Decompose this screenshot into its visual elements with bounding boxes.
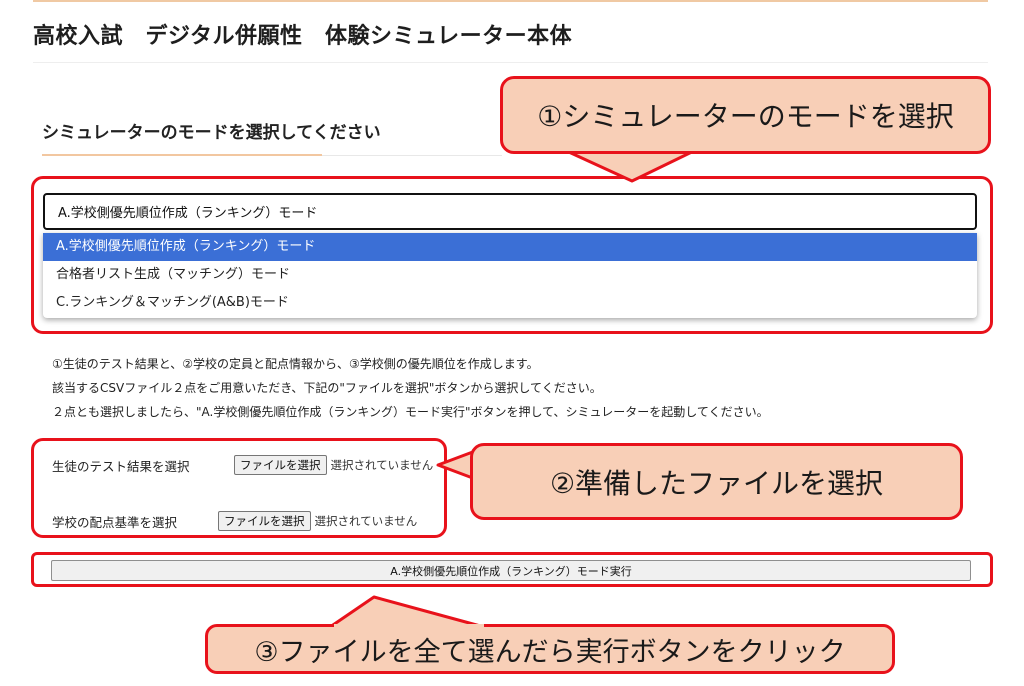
callout-select-mode-text: ①シミュレーターのモードを選択 [537, 100, 954, 133]
callout-click-run: ③ファイルを全て選んだら実行ボタンをクリック [205, 624, 895, 674]
callout-select-mode: ①シミュレーターのモードを選択 [500, 76, 991, 154]
description-line-3: ２点とも選択しましたら、"A.学校側優先順位作成（ランキング）モード実行"ボタン… [52, 405, 769, 419]
page-title: 高校入試 デジタル併願性 体験シミュレーター本体 [33, 24, 573, 49]
description-line-2: 該当するCSVファイル２点をご用意いただき、下記の"ファイルを選択"ボタンから選… [52, 381, 602, 395]
callout-3-seam [334, 624, 484, 628]
callout-choose-files-text: ②準備したファイルを選択 [549, 466, 884, 500]
mode-section-heading: シミュレーターのモードを選択してください [42, 123, 381, 143]
file-inputs-highlight [31, 438, 447, 538]
heading-divider [322, 155, 502, 156]
title-divider [33, 62, 988, 63]
description-line-1: ①生徒のテスト結果と、②学校の定員と配点情報から、③学校側の優先順位を作成します… [52, 357, 539, 371]
heading-underline [42, 154, 322, 156]
mode-select-highlight [31, 176, 993, 334]
run-button-highlight [31, 552, 993, 587]
callout-click-run-text: ③ファイルを全て選んだら実行ボタンをクリック [254, 636, 846, 668]
top-accent-line [33, 0, 988, 2]
callout-choose-files: ②準備したファイルを選択 [470, 443, 963, 520]
